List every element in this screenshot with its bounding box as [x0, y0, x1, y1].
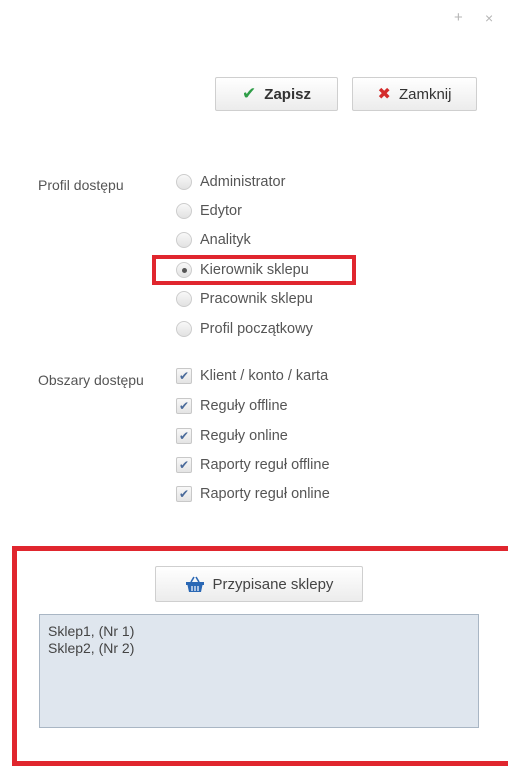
checkbox-label: Raporty reguł offline: [200, 457, 330, 473]
radio-label: Edytor: [200, 203, 242, 219]
checkbox[interactable]: ✔: [176, 486, 192, 502]
close-window-icon[interactable]: ×: [485, 11, 493, 25]
close-button-label: Zamknij: [398, 85, 452, 103]
check-icon: ✔: [242, 84, 257, 103]
list-item: Sklep2, (Nr 2): [48, 640, 135, 656]
checkbox-option-klient[interactable]: ✔ Klient / konto / karta: [176, 364, 328, 388]
checkbox-option-reguly-offline[interactable]: ✔ Reguły offline: [176, 394, 288, 418]
radio-button[interactable]: [176, 174, 192, 190]
close-button[interactable]: ✖ Zamknij: [352, 77, 477, 111]
cross-icon: ✖: [377, 86, 391, 103]
profile-label: Profil dostępu: [38, 177, 124, 193]
checkbox[interactable]: ✔: [176, 398, 192, 414]
selected-profile-highlight: [152, 255, 356, 285]
radio-button[interactable]: [176, 321, 192, 337]
save-button-label: Zapisz: [264, 85, 311, 103]
checkbox-label: Klient / konto / karta: [200, 368, 329, 384]
checkbox[interactable]: ✔: [176, 457, 192, 473]
assigned-shops-label: Przypisane sklepy: [212, 575, 334, 593]
radio-button[interactable]: [176, 203, 192, 219]
radio-option-pracownik-sklepu[interactable]: Pracownik sklepu: [176, 287, 313, 311]
radio-label: Administrator: [200, 174, 286, 190]
assigned-shops-list[interactable]: Sklep1, (Nr 1) Sklep2, (Nr 2): [39, 614, 479, 728]
checkbox-label: Raporty reguł online: [200, 486, 330, 502]
checkbox-label: Reguły offline: [200, 398, 288, 414]
radio-option-analityk[interactable]: Analityk: [176, 228, 251, 252]
assigned-shops-button[interactable]: Przypisane sklepy: [155, 566, 363, 602]
access-areas-label: Obszary dostępu: [38, 372, 144, 388]
radio-button[interactable]: [176, 291, 192, 307]
expand-icon[interactable]: +: [454, 10, 463, 25]
checkbox-option-reguly-online[interactable]: ✔ Reguły online: [176, 424, 288, 448]
list-item: Sklep1, (Nr 1): [48, 623, 135, 639]
radio-button[interactable]: [176, 232, 192, 248]
radio-option-edytor[interactable]: Edytor: [176, 199, 242, 223]
radio-label: Pracownik sklepu: [200, 291, 313, 307]
radio-label: Analityk: [200, 232, 251, 248]
radio-option-profil-poczatkowy[interactable]: Profil początkowy: [176, 317, 313, 341]
checkbox-label: Reguły online: [200, 428, 288, 444]
checkbox-option-raporty-online[interactable]: ✔ Raporty reguł online: [176, 482, 330, 506]
radio-label: Profil początkowy: [200, 321, 313, 337]
checkbox[interactable]: ✔: [176, 428, 192, 444]
save-button[interactable]: ✔ Zapisz: [215, 77, 338, 111]
checkbox[interactable]: ✔: [176, 368, 192, 384]
basket-icon: [185, 576, 204, 592]
radio-option-administrator[interactable]: Administrator: [176, 170, 285, 194]
checkbox-option-raporty-offline[interactable]: ✔ Raporty reguł offline: [176, 453, 330, 477]
